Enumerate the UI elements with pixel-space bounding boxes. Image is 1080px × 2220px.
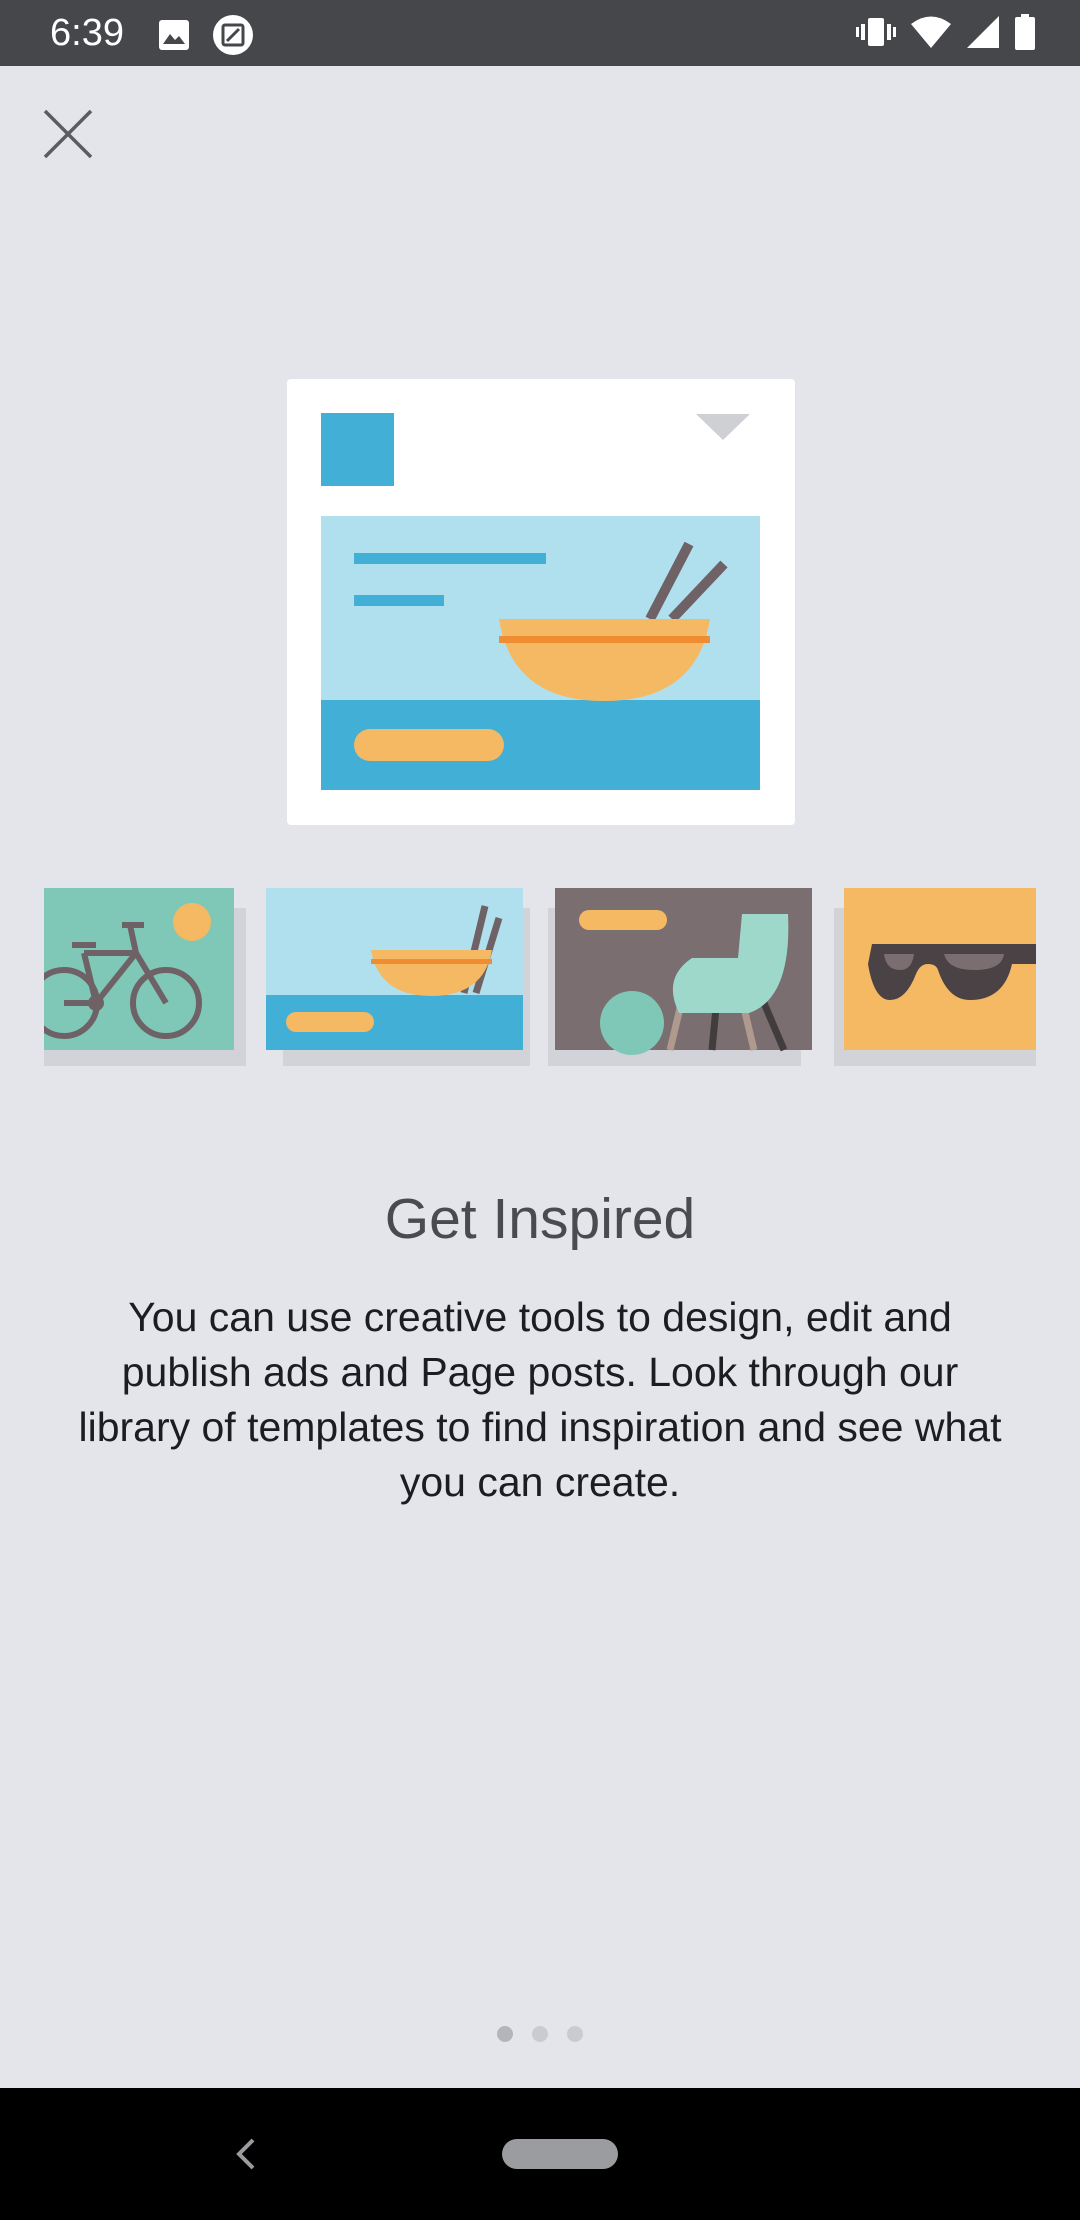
page-dot-1[interactable] <box>497 2026 513 2042</box>
status-right-icons <box>856 14 1036 55</box>
onboarding-title: Get Inspired <box>384 1187 696 1251</box>
onboarding-description: You can use creative tools to design, ed… <box>78 1294 1002 1505</box>
page-dot-3[interactable] <box>567 2026 583 2042</box>
signal-icon <box>966 15 1000 54</box>
status-bar: 6:39 <box>0 0 1080 66</box>
nav-back-button[interactable] <box>220 2128 272 2180</box>
image-icon <box>158 19 190 56</box>
template-gallery <box>28 888 1036 1066</box>
vibrate-icon <box>856 15 896 54</box>
chair-template <box>555 888 812 1055</box>
wifi-icon <box>910 15 952 54</box>
battery-icon <box>1014 14 1036 55</box>
page-dot-2[interactable] <box>532 2026 548 2042</box>
screenshot-icon <box>212 14 254 61</box>
close-button[interactable] <box>36 102 100 166</box>
bicycle-template <box>28 888 234 1050</box>
back-chevron-icon <box>236 2138 255 2170</box>
food-bowl-template <box>266 888 523 1050</box>
onboarding-screen: 6:39 Get Inspired You can use creative t… <box>0 0 1080 2220</box>
status-time: 6:39 <box>50 12 124 54</box>
home-pill-icon[interactable] <box>502 2139 618 2169</box>
sunglasses-template <box>844 888 1036 1050</box>
close-icon <box>43 109 93 159</box>
status-left-icons <box>158 14 254 61</box>
page-indicator <box>0 2026 1080 2042</box>
system-nav-bar <box>0 2088 1080 2220</box>
ad-post-illustration <box>287 379 795 825</box>
